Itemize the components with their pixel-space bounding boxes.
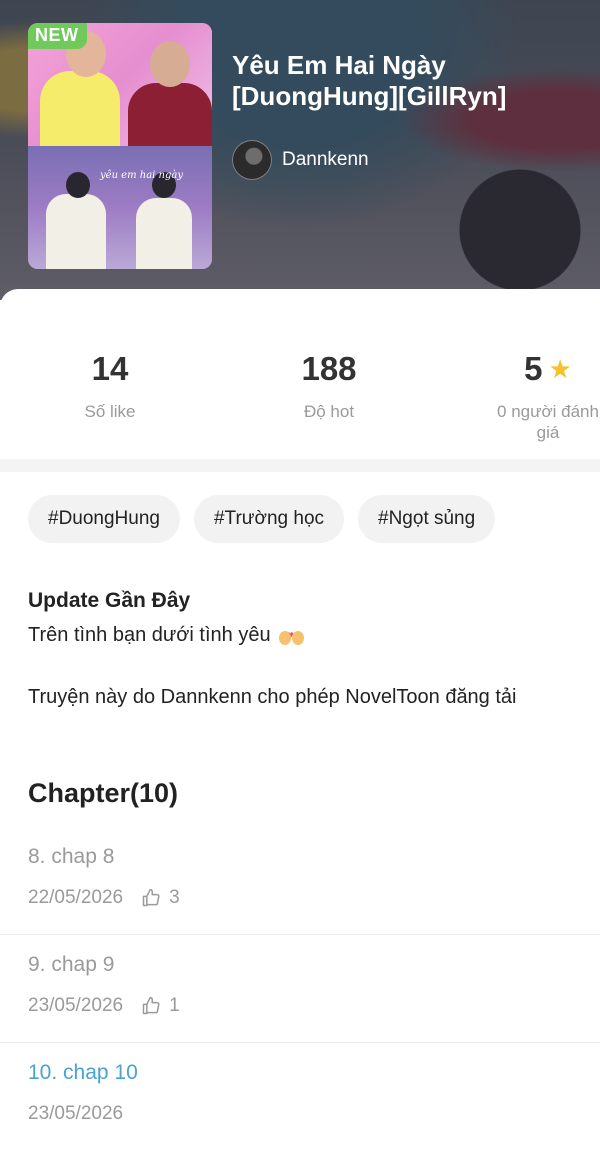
stats-row: 14 Số like 188 Độ hot 5 ★ 0 người đánh g… [0,289,600,459]
stat-label: Độ hot [303,402,355,421]
cover-figure-head [150,41,190,87]
author-name[interactable]: Dannkenn [282,149,369,171]
avatar[interactable] [232,140,272,180]
chapter-item[interactable]: 8. chap 8 22/05/2026 3 [0,827,600,935]
update-permission-text[interactable]: Truyện này do Dannkenn cho phép NovelToo… [28,683,600,711]
star-icon: ★ [548,354,572,384]
chapter-likes: 1 [141,995,180,1017]
rating-value: 5 [524,350,543,387]
stat-rating[interactable]: 5 ★ 0 người đánh giá [468,349,600,443]
stat-label: Số like [84,402,136,421]
section-divider [0,459,600,472]
update-summary-text: Trên tình bạn dưới tình yêu [28,624,271,646]
cover-figure [46,194,106,269]
new-badge: NEW [28,23,87,49]
update-heading: Update Gần Đây [28,589,191,612]
chapter-title: 8. chap 8 [28,845,115,868]
chapter-likes: 3 [141,887,180,909]
cover-figure [128,83,212,146]
stat-value: 14 [30,349,190,389]
thumbs-up-icon [142,996,160,1015]
hot-count: 188 [301,350,357,387]
tag-duonghung[interactable]: #DuongHung [28,495,180,543]
update-section: Update Gần Đây Trên tình bạn dưới tình y… [28,587,600,711]
chapter-title: 10. chap 10 [28,1061,138,1084]
stat-hot: 188 Độ hot [249,349,409,422]
chapter-title: 9. chap 9 [28,953,115,976]
tag-list: #DuongHung #Trường học #Ngọt sủng [28,495,496,543]
chapter-meta: 22/05/2026 3 [28,887,180,909]
stat-likes: 14 Số like [30,349,190,422]
chapter-date: 23/05/2026 [28,995,124,1016]
author-row[interactable]: Dannkenn [232,140,369,180]
cover-figure [40,71,120,146]
detail-sheet: 14 Số like 188 Độ hot 5 ★ 0 người đánh g… [0,289,600,1149]
chapter-like-count: 3 [169,887,180,908]
couple-kiss-icon: ♥ [277,623,307,647]
chapter-list: 8. chap 8 22/05/2026 3 9. chap 9 23/05/2… [0,827,600,1149]
stat-label: 0 người đánh giá [497,402,599,442]
chapter-meta: 23/05/2026 [28,1103,123,1125]
chapter-date: 22/05/2026 [28,887,124,908]
tag-ngot-sung[interactable]: #Ngọt sủng [358,495,496,543]
stat-value: 188 [249,349,409,389]
chapter-like-count: 1 [169,995,180,1016]
update-summary: Trên tình bạn dưới tình yêu ♥ [28,621,600,649]
book-title: Yêu Em Hai Ngày [DuongHung][GillRyn] [232,50,507,111]
chapter-heading[interactable]: Chapter(10) [28,778,178,809]
chapter-item-current[interactable]: 10. chap 10 23/05/2026 [0,1043,600,1149]
likes-count: 14 [91,350,129,387]
thumbs-up-icon [142,888,160,907]
cover-image-bottom: yêu em hai ngày [28,146,212,269]
cover-script-text: yêu em hai ngày [100,170,183,181]
cover-figure [136,198,192,269]
chapter-meta: 23/05/2026 1 [28,995,180,1017]
stat-value: 5 ★ [468,349,600,389]
chapter-item[interactable]: 9. chap 9 23/05/2026 1 [0,935,600,1043]
chapter-date: 23/05/2026 [28,1103,124,1124]
tag-truong-hoc[interactable]: #Trường học [193,495,345,543]
cover-figure-head [66,172,90,198]
book-cover[interactable]: yêu em hai ngày NEW [28,23,212,269]
